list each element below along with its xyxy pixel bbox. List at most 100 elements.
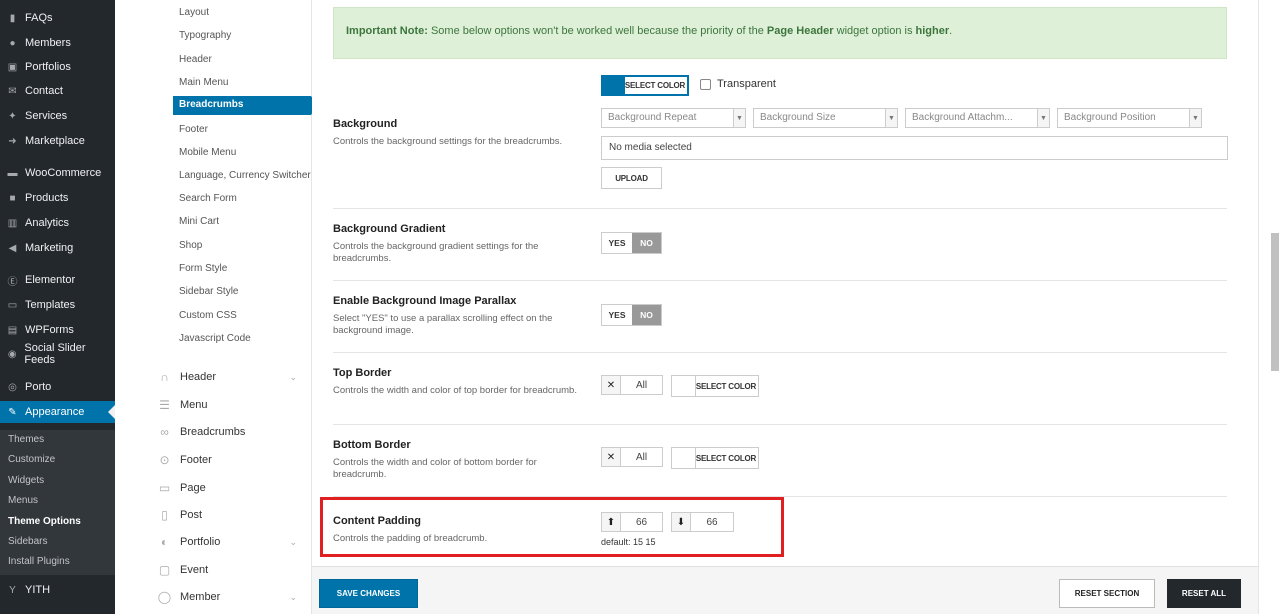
elementor-icon: Ⓔ	[7, 276, 18, 288]
subnav-language-currency[interactable]: Language, Currency Switcher	[179, 170, 311, 181]
transparent-checkbox[interactable]	[700, 79, 711, 90]
gradient-yes[interactable]: YES	[602, 233, 632, 253]
bottom-border-width[interactable]: ✕ All	[601, 447, 663, 467]
media-field[interactable]: No media selected	[601, 136, 1228, 160]
menu-item-marketplace[interactable]: ➜ Marketplace	[0, 130, 115, 152]
gradient-title: Background Gradient	[333, 223, 446, 235]
section-nav-post[interactable]: ▯ Post	[157, 505, 307, 525]
post-icon: ▯	[161, 508, 168, 522]
top-border-select-color-button[interactable]: SELECT COLOR	[671, 375, 759, 397]
options-panel: Important Note: Some below options won't…	[312, 0, 1258, 566]
menu-item-members[interactable]: ● Members	[0, 32, 115, 54]
woocommerce-icon: ▬	[7, 167, 18, 179]
reset-all-button[interactable]: RESET ALL	[1167, 579, 1241, 608]
submenu-menus[interactable]: Menus	[8, 495, 38, 506]
bottom-border-title: Bottom Border	[333, 439, 411, 451]
top-border-row: Top Border Controls the width and color …	[333, 353, 1227, 425]
menu-item-social-slider-feeds[interactable]: ◉ Social Slider Feeds	[0, 342, 115, 366]
link-icon: ∞	[160, 425, 169, 439]
menu-item-woocommerce[interactable]: ▬ WooCommerce	[0, 162, 115, 184]
chevron-down-icon: ▼	[733, 109, 745, 127]
gradient-row: Background Gradient Controls the backgro…	[333, 209, 1227, 281]
menu-item-wpforms[interactable]: ▤ WPForms	[0, 319, 115, 341]
background-size-select[interactable]: Background Size ▼	[753, 108, 898, 128]
section-nav-footer[interactable]: ⊙ Footer	[157, 450, 307, 470]
upload-button[interactable]: UPLOAD	[601, 167, 662, 189]
gradient-no[interactable]: NO	[631, 233, 661, 253]
menu-item-templates[interactable]: ▭ Templates	[0, 294, 115, 316]
menu-item-products[interactable]: ■ Products	[0, 187, 115, 209]
menu-item-services[interactable]: ✦ Services	[0, 105, 115, 127]
parallax-toggle[interactable]: YES NO	[601, 304, 662, 326]
submenu-theme-options[interactable]: Theme Options	[8, 516, 81, 527]
wpforms-icon: ▤	[7, 324, 18, 336]
section-nav-member[interactable]: ◯ Member ⌄	[157, 587, 307, 607]
yith-icon: Y	[9, 584, 16, 596]
section-nav-event[interactable]: ▢ Event	[157, 560, 307, 580]
section-nav-menu[interactable]: ☰ Menu	[157, 395, 307, 415]
bottom-border-select-color-button[interactable]: SELECT COLOR	[671, 447, 759, 469]
gradient-toggle[interactable]: YES NO	[601, 232, 662, 254]
parallax-yes[interactable]: YES	[602, 305, 632, 325]
subnav-main-menu[interactable]: Main Menu	[179, 77, 228, 88]
subnav-custom-css[interactable]: Custom CSS	[179, 310, 237, 321]
background-select-color-button[interactable]: SELECT COLOR	[601, 75, 689, 96]
menu-item-porto[interactable]: ◎ Porto	[0, 376, 115, 398]
section-nav-portfolio[interactable]: ◐ Portfolio ⌄	[157, 532, 307, 552]
section-nav-breadcrumbs[interactable]: ∞ Breadcrumbs	[157, 422, 307, 442]
subnav-mobile-menu[interactable]: Mobile Menu	[179, 147, 236, 158]
subnav-javascript-code[interactable]: Javascript Code	[179, 333, 251, 344]
parallax-desc: Select "YES" to use a parallax scrolling…	[333, 313, 553, 336]
save-changes-button[interactable]: SAVE CHANGES	[319, 579, 418, 608]
parallax-title: Enable Background Image Parallax	[333, 295, 517, 307]
section-nav-header[interactable]: ∩ Header ⌄	[157, 367, 307, 387]
services-icon: ✦	[8, 110, 17, 122]
menu-item-appearance[interactable]: ✎ Appearance	[0, 401, 115, 423]
reset-section-button[interactable]: RESET SECTION	[1059, 579, 1155, 608]
faq-icon: ▮	[9, 12, 16, 24]
section-nav-page[interactable]: ▭ Page	[157, 478, 307, 498]
theme-options-sidebar: Layout Typography Header Main Menu Bread…	[115, 0, 318, 614]
parallax-row: Enable Background Image Parallax Select …	[333, 281, 1227, 353]
contact-icon: ✉	[8, 85, 17, 97]
submenu-install-plugins[interactable]: Install Plugins	[8, 556, 70, 567]
appearance-submenu: Themes Customize Widgets Menus Theme Opt…	[0, 430, 115, 575]
submenu-widgets[interactable]: Widgets	[8, 475, 44, 486]
menu-item-elementor[interactable]: Ⓔ Elementor	[0, 269, 115, 291]
porto-icon: ◎	[8, 381, 17, 393]
menu-item-portfolios[interactable]: ▣ Portfolios	[0, 56, 115, 78]
submenu-themes[interactable]: Themes	[8, 434, 44, 445]
subnav-layout[interactable]: Layout	[179, 7, 209, 18]
menu-icon: ☰	[159, 398, 170, 412]
subnav-mini-cart[interactable]: Mini Cart	[179, 216, 219, 227]
subnav-search-form[interactable]: Search Form	[179, 193, 237, 204]
subnav-typography[interactable]: Typography	[179, 30, 231, 41]
parallax-no[interactable]: NO	[631, 305, 661, 325]
subnav-header[interactable]: Header	[179, 54, 212, 65]
background-title: Background	[333, 118, 398, 130]
subnav-breadcrumbs[interactable]: Breadcrumbs	[173, 96, 318, 115]
social-feeds-icon: ◉	[7, 348, 17, 360]
background-repeat-select[interactable]: Background Repeat ▼	[601, 108, 746, 128]
menu-item-analytics[interactable]: ▥ Analytics	[0, 212, 115, 234]
background-position-select[interactable]: Background Position ▼	[1057, 108, 1202, 128]
menu-item-marketing[interactable]: ◀ Marketing	[0, 237, 115, 259]
menu-item-faqs[interactable]: ▮ FAQs	[0, 7, 115, 29]
submenu-sidebars[interactable]: Sidebars	[8, 536, 47, 547]
subnav-shop[interactable]: Shop	[179, 240, 202, 251]
menu-item-yith[interactable]: Y YITH	[0, 579, 115, 601]
scrollbar-thumb[interactable]	[1271, 233, 1279, 371]
background-attachment-select[interactable]: Background Attachm... ▼	[905, 108, 1050, 128]
subnav-sidebar-style[interactable]: Sidebar Style	[179, 286, 238, 297]
headphones-icon: ∩	[160, 370, 169, 384]
top-border-width[interactable]: ✕ All	[601, 375, 663, 395]
chevron-down-icon: ▼	[1037, 109, 1049, 127]
gradient-desc: Controls the background gradient setting…	[333, 241, 539, 264]
submenu-customize[interactable]: Customize	[8, 454, 55, 465]
wp-admin-menu: ▮ FAQs ● Members ▣ Portfolios ✉ Contact ✦ Ser…	[0, 0, 115, 614]
border-width-icon: ✕	[602, 448, 621, 466]
subnav-footer[interactable]: Footer	[179, 124, 208, 135]
menu-item-contact[interactable]: ✉ Contact	[0, 80, 115, 102]
notice-text-2: widget option is	[833, 25, 916, 37]
subnav-form-style[interactable]: Form Style	[179, 263, 227, 274]
